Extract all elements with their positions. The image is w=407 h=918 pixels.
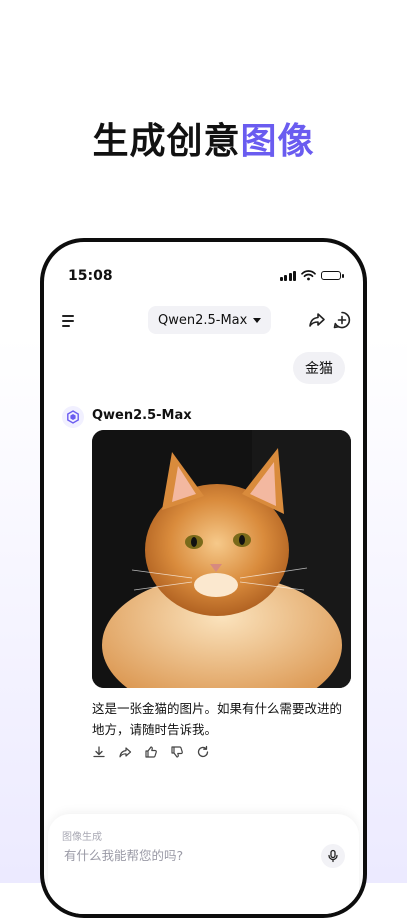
menu-icon[interactable] bbox=[62, 312, 80, 330]
message-input[interactable] bbox=[62, 847, 306, 864]
thumbs-down-icon[interactable] bbox=[170, 745, 184, 759]
status-icons bbox=[279, 270, 344, 281]
mode-label: 图像生成 bbox=[62, 832, 102, 843]
status-time: 15:08 bbox=[68, 268, 113, 284]
model-selector[interactable]: Qwen2.5-Max bbox=[148, 306, 272, 334]
phone-frame: 15:08 Qwen2.5-Max 金猫 Qwen2.5-Max 这是一张金猫的… bbox=[40, 238, 367, 918]
composer: 图像生成 bbox=[48, 814, 359, 914]
user-message: 金猫 bbox=[293, 352, 345, 384]
message-actions bbox=[92, 745, 210, 759]
chevron-down-icon bbox=[253, 317, 262, 323]
bot-reply-text: 这是一张金猫的图片。如果有什么需要改进的地方，请随时告诉我。 bbox=[92, 701, 343, 737]
download-icon[interactable] bbox=[92, 745, 106, 759]
signal-icon bbox=[279, 270, 296, 281]
regenerate-icon[interactable] bbox=[196, 745, 210, 759]
headline-prefix: 生成创意 bbox=[92, 121, 241, 162]
cat-image[interactable] bbox=[92, 430, 351, 688]
user-message-text: 金猫 bbox=[305, 361, 333, 377]
qwen-logo-icon bbox=[62, 406, 84, 428]
headline-accent: 图像 bbox=[240, 121, 315, 162]
page-headline: 生成创意图像 bbox=[0, 112, 407, 164]
wifi-icon bbox=[301, 270, 316, 281]
microphone-icon[interactable] bbox=[321, 844, 345, 868]
model-selector-label: Qwen2.5-Max bbox=[158, 312, 248, 328]
battery-icon bbox=[321, 271, 344, 280]
new-chat-icon[interactable] bbox=[332, 310, 352, 330]
share-icon[interactable] bbox=[118, 745, 132, 759]
thumbs-up-icon[interactable] bbox=[144, 745, 158, 759]
share-icon[interactable] bbox=[307, 310, 327, 330]
bot-name: Qwen2.5-Max bbox=[92, 408, 192, 423]
